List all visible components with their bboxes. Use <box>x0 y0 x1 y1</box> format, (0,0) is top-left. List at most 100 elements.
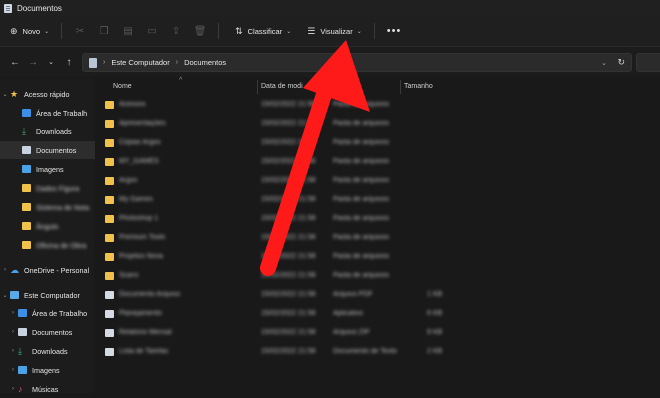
sort-label: Classificar <box>247 26 283 36</box>
file-row[interactable]: Argos 15/02/2022 21:58 Pasta de arquivos <box>95 172 660 190</box>
file-row[interactable]: My Games 15/02/2022 21:58 Pasta de arquivo… <box>95 191 660 209</box>
expand-chevron-icon[interactable]: › <box>8 386 18 392</box>
sidebar-item-folder[interactable]: Ângulo <box>0 217 106 235</box>
file-icon <box>105 310 114 318</box>
chevron-down-icon: ⌄ <box>286 28 292 35</box>
file-icon <box>105 348 114 356</box>
sidebar-item-onedrive[interactable]: › ☁ OneDrive - Personal <box>0 261 94 279</box>
file-row[interactable]: Acessos 15/02/2022 21:58 Pasta de arquivos <box>95 96 660 114</box>
expand-chevron-icon[interactable]: › <box>8 367 18 373</box>
folder-icon <box>105 101 114 109</box>
more-options-button[interactable]: ••• <box>387 25 402 37</box>
breadcrumb-this-pc[interactable]: Este Computador <box>111 58 169 67</box>
delete-icon[interactable]: 🗑 <box>188 26 212 37</box>
sidebar-item-label: Dados Figura <box>36 183 80 193</box>
rename-icon[interactable]: ▭ <box>140 26 164 37</box>
column-divider[interactable] <box>257 80 258 94</box>
chevron-down-icon: ⌄ <box>44 28 50 35</box>
copy-icon[interactable]: ❐ <box>92 26 116 37</box>
sort-button[interactable]: ⇅ Classificar ⌄ <box>229 20 297 42</box>
sidebar-item-desktop[interactable]: Área de Trabalh 📌 <box>0 104 106 122</box>
plus-circle-icon: ⊕ <box>10 25 18 36</box>
folder-icon <box>105 139 114 147</box>
file-row[interactable]: Photoshop 1 15/02/2022 21:58 Pasta de arqu… <box>95 210 660 228</box>
monitor-icon <box>10 291 19 299</box>
file-row[interactable]: MY_GAMES 15/02/2022 21:58 Pasta de arquivo… <box>95 153 660 171</box>
new-label: Novo <box>22 26 41 36</box>
share-icon[interactable]: ⇪ <box>164 26 188 37</box>
navigation-bar: ← → ⌄ ↑ › Este Computador › Documentos ⌄… <box>0 47 660 77</box>
column-divider[interactable] <box>400 80 401 94</box>
sidebar-item-quick-access[interactable]: ⌄ ★ Acesso rápido <box>0 85 94 103</box>
sidebar-item-label: Este Computador <box>24 290 80 300</box>
chevron-right-icon: › <box>103 59 106 66</box>
breadcrumb-documents[interactable]: Documentos <box>184 58 226 67</box>
sidebar-item-label: Downloads <box>36 126 72 136</box>
sidebar-item-label: Ângulo <box>36 221 59 231</box>
folder-icon <box>22 222 31 230</box>
file-row[interactable]: Lista de Tarefas 15/02/2022 21:58 Document… <box>95 343 660 361</box>
chevron-right-icon: › <box>175 59 179 66</box>
sidebar-item-label: Área de Trabalh <box>36 108 88 118</box>
file-row[interactable]: Planejamento 15/02/2022 21:58 Aplicativo 6 … <box>95 305 660 323</box>
address-dropdown-icon[interactable]: ⌄ <box>601 59 607 67</box>
sort-icon: ⇅ <box>235 25 243 36</box>
file-row[interactable]: Cópias Argos 15/02/2022 21:58 Pasta de arq… <box>95 134 660 152</box>
column-header-size[interactable]: Tamanho <box>404 83 433 90</box>
file-row[interactable]: Apresentações 15/02/2022 21:58 Pasta de ar… <box>95 115 660 133</box>
cloud-icon: ☁ <box>10 264 19 275</box>
column-header-name[interactable]: Nome <box>113 83 132 90</box>
paste-icon[interactable]: ▤ <box>116 26 140 37</box>
refresh-icon[interactable]: ↻ <box>617 57 625 68</box>
expand-chevron-icon[interactable]: › <box>8 329 18 335</box>
sidebar-item-pc-downloads[interactable]: › ⤓ Downloads <box>0 342 102 360</box>
image-icon <box>18 366 27 374</box>
sidebar-item-folder[interactable]: Sistema de Nota <box>0 198 106 216</box>
cut-icon[interactable]: ✂ <box>68 26 92 37</box>
download-icon: ⤓ <box>18 345 22 356</box>
recent-chevron-icon[interactable]: ⌄ <box>42 58 60 66</box>
file-row[interactable]: Projetos Nova 15/02/2022 21:58 Pasta de ar… <box>95 248 660 266</box>
sidebar-item-label: Músicas <box>32 384 59 394</box>
toolbar-divider <box>373 23 375 39</box>
expand-chevron-icon[interactable]: › <box>8 310 18 316</box>
back-arrow-icon[interactable]: ← <box>6 57 24 68</box>
window-title: Documentos <box>17 3 62 13</box>
address-bar[interactable]: › Este Computador › Documentos ⌄ ↻ <box>82 53 632 72</box>
sidebar-item-label: Acesso rápido <box>24 89 70 99</box>
column-header-type[interactable]: Tipo <box>333 83 346 90</box>
sidebar-item-pc-documents[interactable]: › Documentos <box>0 323 102 341</box>
folder-icon <box>105 158 114 166</box>
expand-chevron-icon[interactable]: › <box>0 267 10 273</box>
documents-app-icon <box>4 3 12 13</box>
sidebar-item-pc-desktop[interactable]: › Área de Trabalho <box>0 304 102 322</box>
column-header-date[interactable]: Data de modi <box>261 83 303 90</box>
sidebar-item-pc-music[interactable]: › ♪ Músicas <box>0 380 102 398</box>
expand-chevron-icon[interactable]: ⌄ <box>0 91 10 98</box>
view-button[interactable]: ☰ Visualizar ⌄ <box>301 20 368 42</box>
new-button[interactable]: ⊕ Novo ⌄ <box>4 20 55 42</box>
sidebar-item-documents[interactable]: Documentos 📌 <box>0 141 106 159</box>
sidebar-item-pictures[interactable]: Imagens 📌 <box>0 160 106 178</box>
sidebar-item-pc-pictures[interactable]: › Imagens <box>0 361 102 379</box>
up-arrow-icon[interactable]: ↑ <box>60 57 78 68</box>
column-header-row: ^ Nome Data de modi Tipo Tamanho <box>95 77 660 96</box>
expand-chevron-icon[interactable]: ⌄ <box>0 292 10 299</box>
star-icon: ★ <box>10 88 19 99</box>
search-input[interactable] <box>636 53 660 72</box>
file-row[interactable]: Premium Tools 15/02/2022 21:58 Pasta de ar… <box>95 229 660 247</box>
folder-icon <box>22 184 31 192</box>
column-divider[interactable] <box>329 80 330 94</box>
forward-arrow-icon[interactable]: → <box>24 57 42 68</box>
sidebar-item-folder[interactable]: Oficina de Obra <box>0 236 106 254</box>
expand-chevron-icon[interactable]: › <box>8 348 18 354</box>
sidebar-item-downloads[interactable]: ⤓ Downloads 📌 <box>0 122 106 140</box>
sidebar-item-label: Área de Trabalho <box>32 308 88 318</box>
file-row[interactable]: Documento Arquivo 15/02/2022 21:58 Arquivo… <box>95 286 660 304</box>
sidebar-item-folder[interactable]: Dados Figura <box>0 179 106 197</box>
file-row[interactable]: Scans 15/02/2022 21:58 Pasta de arquivos <box>95 267 660 285</box>
file-row[interactable]: Relatorio Mensal 15/02/2022 21:58 Arquivo … <box>95 324 660 342</box>
view-list-icon: ☰ <box>307 25 316 36</box>
folder-icon <box>105 196 114 204</box>
sidebar-item-this-pc[interactable]: ⌄ Este Computador <box>0 286 94 304</box>
